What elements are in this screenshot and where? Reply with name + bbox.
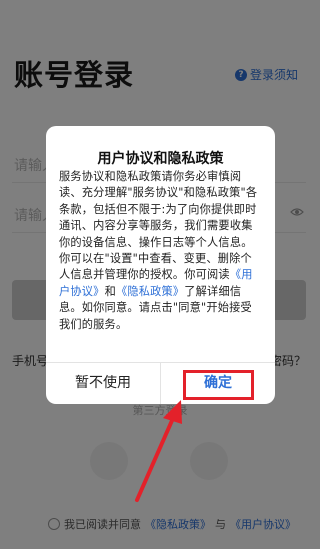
dialog-body-text-1: 服务协议和隐私政策请你务必审慎阅读、充分理解"服务协议"和隐私政策"各条款，包括…: [59, 170, 258, 282]
dialog-title: 用户协议和隐私政策: [97, 151, 224, 167]
dialog-and: 和: [104, 284, 116, 298]
cancel-button[interactable]: 暂不使用: [46, 362, 160, 404]
dialog-body: 服务协议和隐私政策请你务必审慎阅读、充分理解"服务协议"和隐私政策"各条款，包括…: [59, 169, 263, 333]
agreement-dialog: 用户协议和隐私政策 服务协议和隐私政策请你务必审慎阅读、充分理解"服务协议"和隐…: [46, 126, 275, 404]
dialog-privacy-policy-link[interactable]: 《隐私政策》: [116, 285, 184, 298]
annotation-highlight-box: [183, 370, 254, 400]
